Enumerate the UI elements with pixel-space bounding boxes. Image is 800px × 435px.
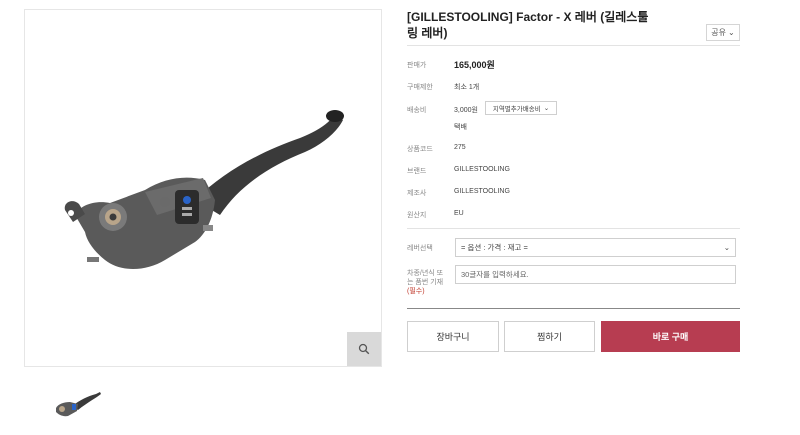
shipping-value: 3,000원 (454, 107, 478, 114)
vehicle-label-line1: 차종/년식 또 (407, 270, 444, 277)
buy-now-button[interactable]: 바로 구매 (601, 321, 740, 352)
vehicle-label-line2: 는 품번 기재 (407, 279, 444, 286)
chevron-down-icon: ⌄ (728, 28, 735, 37)
vehicle-label: 차종/년식 또 는 품번 기재 (필수) (407, 269, 443, 296)
code-label: 상품코드 (407, 146, 433, 153)
divider (407, 308, 740, 309)
divider (407, 45, 740, 46)
chevron-down-icon: ⌄ (543, 105, 550, 112)
add-to-cart-button[interactable]: 장바구니 (407, 321, 499, 352)
chevron-down-icon: ⌄ (723, 243, 730, 252)
wishlist-button[interactable]: 찜하기 (504, 321, 595, 352)
magnifier-icon (358, 343, 370, 355)
code-value: 275 (454, 144, 466, 151)
limit-label: 구매제한 (407, 84, 433, 91)
shipping-label: 배송비 (407, 107, 427, 114)
brand-label: 브랜드 (407, 168, 427, 175)
product-main-image (24, 9, 382, 367)
lever-option-selected: = 옵션 : 가격 : 재고 = (461, 243, 528, 252)
maker-value: GILLESTOOLING (454, 188, 510, 195)
brand-value: GILLESTOOLING (454, 166, 510, 173)
lever-option-label: 레버선택 (407, 245, 433, 252)
share-button[interactable]: 공유 ⌄ (706, 24, 740, 41)
shipping-select[interactable]: 지역별추가배송비 ⌄ (485, 101, 557, 115)
lever-option-select[interactable]: = 옵션 : 가격 : 재고 = ⌄ (455, 238, 736, 257)
share-label: 공유 (711, 28, 727, 37)
brake-lever-image (64, 110, 344, 269)
product-thumbnail[interactable] (50, 384, 104, 424)
divider (407, 228, 740, 229)
origin-label: 원산지 (407, 212, 427, 219)
maker-label: 제조사 (407, 190, 427, 197)
price-label: 판매가 (407, 62, 427, 69)
shipping-select-label: 지역별추가배송비 (492, 106, 541, 113)
price-value: 165,000원 (454, 60, 495, 70)
limit-value: 최소 1개 (454, 84, 480, 91)
brake-lever-thumbnail (56, 392, 101, 417)
product-title: [GILLESTOOLING] Factor - X 레버 (길레스툴링 레버) (407, 10, 649, 40)
origin-value: EU (454, 210, 464, 217)
shipping-method: 택배 (454, 124, 467, 131)
required-marker: (필수) (407, 288, 425, 295)
zoom-button[interactable] (347, 332, 381, 366)
vehicle-input[interactable] (455, 265, 736, 284)
